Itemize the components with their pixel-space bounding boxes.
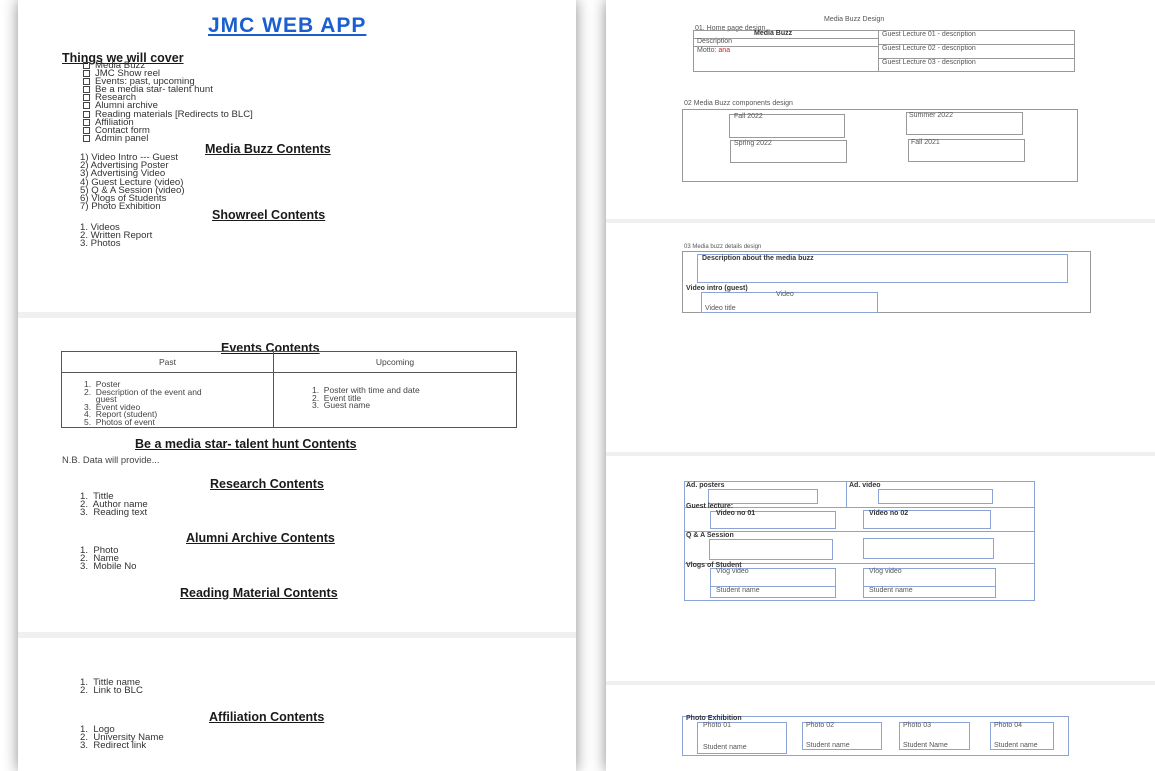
page-break xyxy=(606,452,1155,456)
checkbox-icon xyxy=(83,62,90,69)
semester-label: Spring 2022 xyxy=(734,140,772,147)
divider xyxy=(846,481,847,507)
document-page-right: Media Buzz Design 01. Home page design M… xyxy=(606,0,1155,771)
divider xyxy=(684,507,1035,508)
qa-box xyxy=(863,538,994,559)
guest-video-label: Video no 02 xyxy=(869,510,909,517)
guest-video-label: Video no 01 xyxy=(716,510,756,517)
events-table: Past Upcoming 1. Poster 2. Description o… xyxy=(61,351,517,428)
photo-student-name: Student Name xyxy=(903,742,948,749)
past-cell: 1. Poster 2. Description of the event an… xyxy=(61,372,274,428)
checkbox-icon xyxy=(83,70,90,78)
checkbox-icon xyxy=(83,110,90,118)
ad-poster-box xyxy=(708,489,818,504)
photo-student-name: Student name xyxy=(994,742,1038,749)
photo-label: Photo 03 xyxy=(903,722,932,729)
list-item: 2. Link to BLC xyxy=(80,685,143,697)
list-item: 3. Guest name xyxy=(312,400,371,411)
checkbox-icon xyxy=(83,86,90,94)
alumni-heading: Alumni Archive Contents xyxy=(186,531,335,545)
lecture-row: Guest Lecture 02 - description xyxy=(882,45,976,52)
affiliation-heading: Affiliation Contents xyxy=(209,710,325,724)
student-name-label: Student name xyxy=(716,587,760,594)
media-buzz-list: 1) Video Intro --- Guest 2) Advertising … xyxy=(80,153,185,213)
document-page-left: JMC WEB APP Things we will cover Media B… xyxy=(18,0,576,771)
home-media-buzz-label: Media Buzz xyxy=(754,30,793,37)
ad-video-box xyxy=(878,489,993,504)
design-top-title: Media Buzz Design xyxy=(824,16,885,23)
checkbox-icon xyxy=(83,134,90,142)
list-item: 3. Mobile No xyxy=(80,561,137,573)
components-design-label: 02 Media Buzz components design xyxy=(684,100,793,107)
video-title-label: Video title xyxy=(705,305,736,312)
reading-list: 1. Tittle name 2. Link to BLC xyxy=(80,678,143,697)
showreel-heading: Showreel Contents xyxy=(212,208,326,222)
affiliation-list: 1. Logo 2. University Name 3. Redirect l… xyxy=(80,725,164,752)
photo-label: Photo 02 xyxy=(806,722,835,729)
checkbox-icon xyxy=(83,126,90,134)
semester-label: Fall 2022 xyxy=(734,113,763,120)
checkbox-icon xyxy=(83,94,90,102)
talent-note: N.B. Data will provide... xyxy=(62,454,160,465)
photo-exhibition-label: Photo Exhibition xyxy=(686,715,742,722)
research-heading: Research Contents xyxy=(210,477,324,491)
checkbox-icon xyxy=(83,102,90,110)
ad-video-label: Ad. video xyxy=(849,482,881,489)
home-description-label: Description xyxy=(697,38,733,45)
details-design-label: 03 Media buzz details design xyxy=(684,244,762,250)
showreel-list: 1. Videos 2. Written Report 3. Photos xyxy=(80,223,152,250)
qa-box xyxy=(709,539,833,560)
vlog-video-label: Vlog video xyxy=(716,568,749,575)
checkbox-icon xyxy=(83,78,90,86)
qa-label: Q & A Session xyxy=(686,532,734,539)
home-motto: Motto: ana xyxy=(697,47,731,54)
research-list: 1. Tittle 2. Author name 3. Reading text xyxy=(80,492,148,519)
media-buzz-heading: Media Buzz Contents xyxy=(205,142,331,156)
video-intro-label: Video intro (guest) xyxy=(686,285,748,292)
photo-label: Photo 04 xyxy=(994,722,1023,729)
ad-posters-label: Ad. posters xyxy=(686,482,725,489)
semester-label: Fall 2021 xyxy=(911,139,940,146)
photo-student-name: Student name xyxy=(806,742,850,749)
lecture-row: Guest Lecture 03 - description xyxy=(882,59,976,66)
page-break xyxy=(18,632,576,638)
semester-label: Summer 2022 xyxy=(909,112,953,119)
list-item: 3. Photos xyxy=(80,238,121,250)
student-name-label: Student name xyxy=(869,587,913,594)
list-item: 5. Photos of event xyxy=(84,416,155,427)
list-item: 7) Photo Exhibition xyxy=(80,201,161,213)
guest-lecture-label: Guest lecture: xyxy=(686,503,734,510)
talent-heading: Be a media star- talent hunt Contents xyxy=(135,437,357,451)
details-description: Description about the media buzz xyxy=(702,255,814,262)
list-item: 3. Redirect link xyxy=(80,740,147,752)
lecture-row: Guest Lecture 01 - description xyxy=(882,31,976,38)
list-item: 3. Reading text xyxy=(80,507,148,519)
page-break xyxy=(606,681,1155,685)
reading-heading: Reading Material Contents xyxy=(180,586,338,600)
upcoming-cell: 1. Poster with time and date 2. Event ti… xyxy=(273,372,517,428)
divider xyxy=(684,531,1035,532)
photo-student-name: Student name xyxy=(703,744,747,751)
past-column-header: Past xyxy=(61,351,274,373)
vlog-video-label: Vlog video xyxy=(869,568,902,575)
things-list: Media Buzz JMC Show reel Events: past, u… xyxy=(83,61,253,143)
document-title: JMC WEB APP xyxy=(208,14,367,37)
page-break xyxy=(18,312,576,318)
page-break xyxy=(606,219,1155,223)
checkbox-icon xyxy=(83,118,90,126)
photo-label: Photo 01 xyxy=(703,722,732,729)
upcoming-column-header: Upcoming xyxy=(273,351,517,373)
alumni-list: 1. Photo 2. Name 3. Mobile No xyxy=(80,546,137,573)
video-label: Video xyxy=(776,291,794,298)
